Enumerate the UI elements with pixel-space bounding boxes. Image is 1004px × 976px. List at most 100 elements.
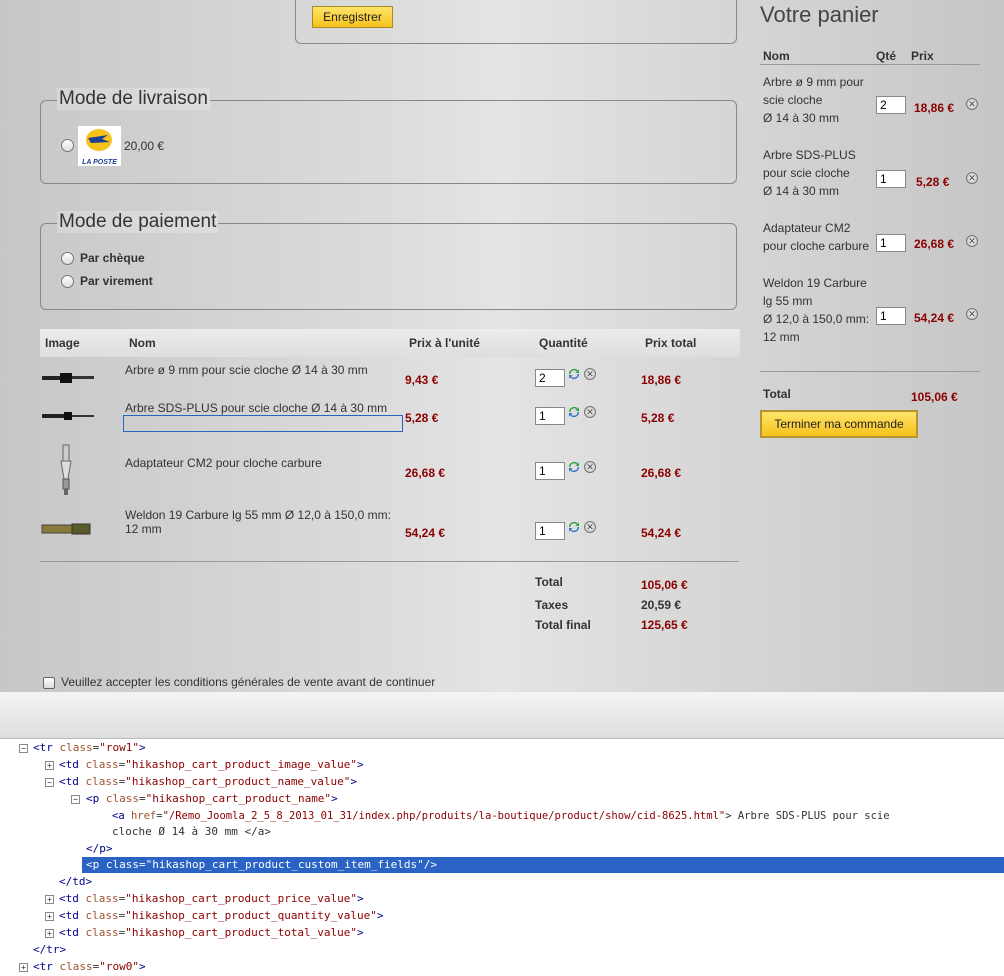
dom-close-tag: </p>	[86, 842, 113, 855]
side-cart-qty-input[interactable]	[876, 307, 906, 325]
node-tag: <td	[59, 775, 86, 788]
side-cart-header-price: Prix	[911, 49, 934, 63]
product-name[interactable]: Arbre ø 9 mm pour scie cloche Ø 14 à 30 …	[125, 363, 395, 377]
side-item-line: 12 mm	[763, 330, 800, 344]
row-total: 26,68 €	[641, 466, 682, 480]
node-val: "hikashop_cart_product_name"	[145, 792, 332, 805]
node-tag: >	[357, 892, 364, 905]
collapse-toggle[interactable]: −	[19, 744, 28, 753]
node-attr: class	[59, 960, 93, 973]
summary-final-label: Total final	[535, 618, 591, 632]
side-cart-qty-input[interactable]	[876, 234, 906, 252]
node-tag: <tr	[33, 960, 60, 973]
collapse-toggle[interactable]: −	[71, 795, 80, 804]
table-divider	[40, 561, 739, 562]
dom-node[interactable]: <td class="hikashop_cart_product_name_va…	[59, 774, 357, 790]
node-attr: class	[85, 892, 119, 905]
quantity-input[interactable]	[535, 522, 565, 540]
side-cart-item-price: 5,28 €	[916, 175, 950, 189]
summary-total-value: 105,06 €	[641, 578, 688, 592]
shipping-price: 20,00 €	[124, 139, 165, 153]
node-text: > Arbre SDS-PLUS pour scie	[725, 810, 890, 822]
side-cart-item-name: Arbre SDS-PLUS pour scie cloche Ø 14 à 3…	[763, 146, 856, 200]
remove-icon[interactable]: ✕	[584, 461, 596, 473]
shipping-radio[interactable]	[61, 139, 74, 152]
node-tag: <td	[59, 758, 86, 771]
row-total: 54,24 €	[641, 526, 682, 540]
dom-node[interactable]: <td class="hikashop_cart_product_total_v…	[59, 925, 364, 941]
dom-node[interactable]: <td class="hikashop_cart_product_quantit…	[59, 908, 384, 924]
payment-radio-cheque[interactable]	[61, 252, 74, 265]
quantity-input[interactable]	[535, 462, 565, 480]
remove-icon[interactable]: ✕	[584, 368, 596, 380]
dom-node-selected[interactable]: <p class="hikashop_cart_product_custom_i…	[82, 857, 1004, 873]
unit-price: 26,68 €	[405, 466, 446, 480]
side-cart-header-qty: Qté	[876, 49, 897, 63]
refresh-icon[interactable]	[567, 405, 581, 419]
quantity-input[interactable]	[535, 369, 565, 387]
refresh-icon[interactable]	[567, 460, 581, 474]
side-cart-qty-input[interactable]	[876, 96, 906, 114]
save-button[interactable]: Enregistrer	[312, 6, 393, 28]
refresh-icon[interactable]	[567, 520, 581, 534]
side-item-line: pour scie cloche	[763, 166, 850, 180]
remove-icon[interactable]: ✕	[966, 235, 978, 247]
side-cart-header-name: Nom	[763, 49, 790, 63]
expand-toggle[interactable]: +	[45, 761, 54, 770]
summary-tax-value: 20,59 €	[641, 598, 682, 612]
remove-icon[interactable]: ✕	[966, 172, 978, 184]
collapse-toggle[interactable]: −	[45, 778, 54, 787]
row-total: 5,28 €	[641, 411, 675, 425]
node-attr: class	[105, 792, 139, 805]
unit-price: 5,28 €	[405, 411, 439, 425]
node-attr: class	[59, 741, 93, 754]
checkout-page: Enregistrer Mode de livraison LA POSTE 2…	[0, 0, 1004, 692]
node-tag: <p	[86, 792, 106, 805]
expand-toggle[interactable]: +	[45, 912, 54, 921]
payment-fieldset	[40, 223, 737, 310]
la-poste-logo-text: LA POSTE	[82, 159, 117, 166]
side-item-line: Arbre ø 9 mm pour	[763, 75, 864, 89]
remove-icon[interactable]: ✕	[584, 406, 596, 418]
side-item-line: Ø 14 à 30 mm	[763, 111, 840, 125]
node-val: "row1"	[99, 741, 139, 754]
quantity-input[interactable]	[535, 407, 565, 425]
side-cart-qty-input[interactable]	[876, 170, 906, 188]
side-cart-title: Votre panier	[760, 2, 879, 27]
remove-icon[interactable]: ✕	[966, 308, 978, 320]
node-tag: <tr	[33, 741, 60, 754]
expand-toggle[interactable]: +	[45, 895, 54, 904]
dom-node[interactable]: <a href="/Remo_Joomla_2_5_8_2013_01_31/i…	[112, 808, 890, 824]
summary-final-value: 125,65 €	[641, 618, 688, 632]
expand-toggle[interactable]: +	[19, 963, 28, 972]
dom-node[interactable]: <td class="hikashop_cart_product_price_v…	[59, 891, 364, 907]
side-item-line: Weldon 19 Carbure	[763, 276, 867, 290]
side-cart-item-name: Adaptateur CM2 pour cloche carbure	[763, 219, 869, 255]
refresh-icon[interactable]	[567, 367, 581, 381]
col-header-image: Image	[45, 336, 80, 350]
node-tag: <td	[59, 909, 86, 922]
product-name[interactable]: Adaptateur CM2 pour cloche carbure	[125, 456, 395, 470]
dom-close-tag: </tr>	[33, 943, 67, 956]
side-cart-item-name: Weldon 19 Carbure lg 55 mm Ø 12,0 à 150,…	[763, 274, 869, 346]
dom-node[interactable]: <td class="hikashop_cart_product_image_v…	[59, 757, 364, 773]
dom-node[interactable]: <tr class="row1">	[33, 740, 146, 756]
expand-toggle[interactable]: +	[45, 929, 54, 938]
side-cart-total-line	[760, 371, 980, 372]
remove-icon[interactable]: ✕	[966, 98, 978, 110]
remove-icon[interactable]: ✕	[584, 521, 596, 533]
dom-node[interactable]: <p class="hikashop_cart_product_name">	[86, 791, 338, 807]
summary-tax-label: Taxes	[535, 598, 569, 612]
dom-node[interactable]: <tr class="row0">	[33, 959, 146, 975]
product-name[interactable]: Weldon 19 Carbure lg 55 mm Ø 12,0 à 150,…	[125, 508, 400, 536]
terms-checkbox[interactable]	[43, 677, 55, 689]
product-name[interactable]: Arbre SDS-PLUS pour scie cloche Ø 14 à 3…	[125, 401, 405, 415]
node-val: "hikashop_cart_product_price_value"	[125, 892, 358, 905]
side-item-line: lg 55 mm	[763, 294, 813, 308]
col-header-total-price: Prix total	[645, 336, 697, 350]
side-item-line: pour cloche carbure	[763, 239, 870, 253]
checkout-button[interactable]: Terminer ma commande	[760, 410, 918, 438]
node-tag: <a	[112, 810, 131, 822]
payment-radio-virement[interactable]	[61, 275, 74, 288]
side-cart-item-price: 54,24 €	[914, 311, 955, 325]
